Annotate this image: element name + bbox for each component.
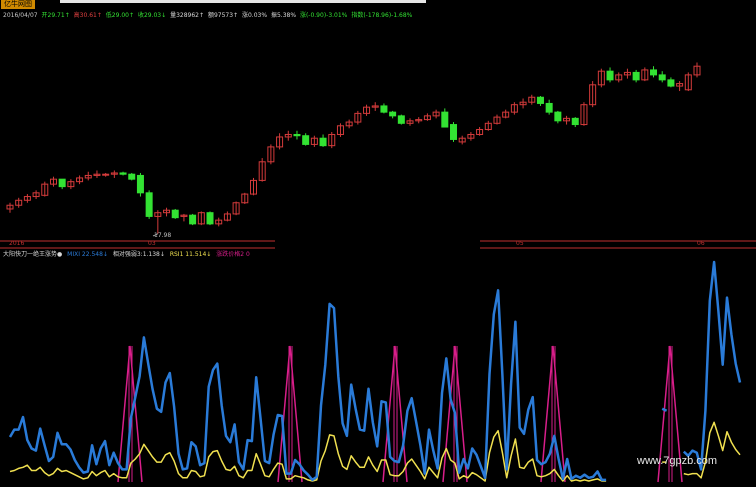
candle-body: [606, 70, 614, 81]
candle-body: [302, 135, 310, 145]
candle-body: [58, 178, 66, 188]
candle-body: [658, 74, 666, 81]
candle-body: [397, 115, 405, 124]
magenta-spike: [117, 345, 143, 483]
candlestick-series: [6, 62, 701, 237]
candle-body: [650, 69, 658, 76]
blue-line: [8, 260, 742, 482]
candle-body: [102, 173, 110, 176]
candle-body: [206, 212, 214, 225]
candle-body: [536, 96, 544, 104]
candle-body: [632, 71, 640, 81]
date-label-03: 03: [148, 240, 156, 247]
candle-body: [128, 173, 136, 180]
blue-line-series: [8, 260, 742, 482]
candle-body: [171, 209, 179, 219]
candle-body: [189, 214, 197, 225]
candle-body: [554, 111, 562, 122]
price-low-annotation: 17.98: [154, 232, 172, 239]
date-label-06: 06: [697, 240, 705, 247]
axis-lines: [0, 240, 756, 249]
site-watermark: www.7gpzb.com: [637, 455, 718, 467]
candle-body: [450, 124, 458, 140]
candle-body: [136, 174, 144, 194]
candle-body: [319, 137, 327, 147]
candle-body: [571, 117, 579, 126]
candle-body: [380, 105, 388, 113]
date-label-2016: 2016: [9, 240, 25, 247]
candle-body: [441, 111, 449, 128]
candle-body: [667, 79, 675, 87]
candle-body: [119, 172, 127, 175]
candle-body: [293, 133, 301, 137]
kline-chart: [0, 62, 756, 483]
candle-body: [145, 192, 153, 217]
candle-body: [545, 102, 553, 113]
candle-body: [389, 111, 397, 117]
date-label-05: 05: [516, 240, 524, 247]
